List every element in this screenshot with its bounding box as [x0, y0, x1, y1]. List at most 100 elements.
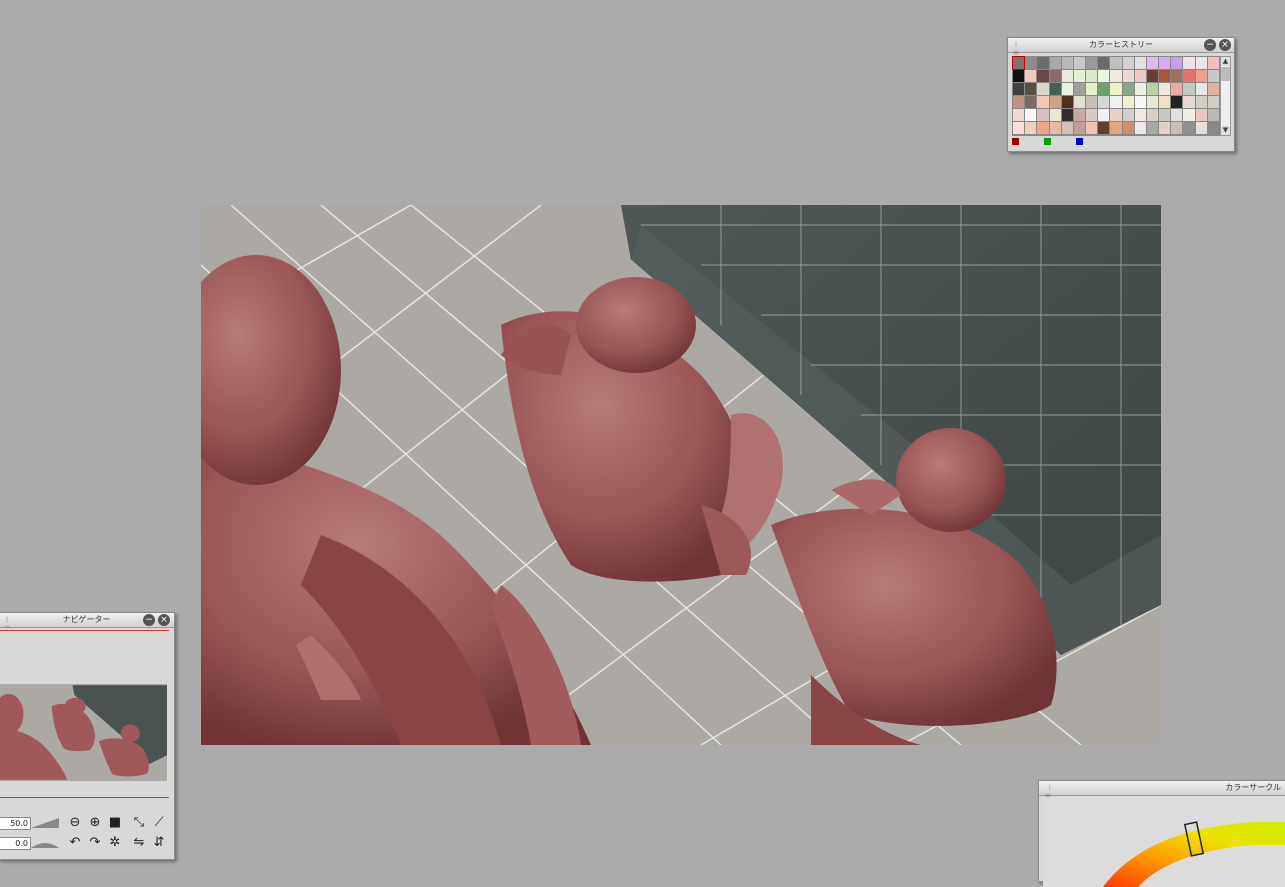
navigator-thumbnail[interactable] — [0, 684, 167, 781]
flip-horizontal-icon[interactable]: ⇋ — [131, 835, 147, 851]
close-icon[interactable]: × — [158, 614, 170, 626]
minimize-icon[interactable]: − — [143, 614, 155, 626]
zoom-value-field[interactable]: 50.0 — [0, 817, 31, 830]
color-swatch[interactable] — [1086, 109, 1098, 121]
color-swatch[interactable] — [1146, 57, 1159, 69]
color-swatch[interactable] — [1183, 57, 1195, 69]
color-swatch[interactable] — [1061, 96, 1073, 108]
close-icon[interactable]: × — [1219, 39, 1231, 51]
grip-icon[interactable]: ⁞≡ — [1043, 784, 1051, 800]
color-swatch[interactable] — [1049, 96, 1061, 108]
color-swatch[interactable] — [1061, 70, 1073, 82]
color-swatch[interactable] — [1134, 70, 1146, 82]
color-swatch[interactable] — [1183, 83, 1195, 95]
color-swatch[interactable] — [1098, 57, 1110, 69]
color-swatch[interactable] — [1037, 83, 1049, 95]
color-swatch[interactable] — [1110, 96, 1122, 108]
color-swatch[interactable] — [1110, 57, 1122, 69]
color-swatch[interactable] — [1134, 83, 1146, 95]
scroll-down-arrow[interactable]: ▼ — [1221, 126, 1230, 135]
color-swatch[interactable] — [1110, 70, 1122, 82]
color-swatch[interactable] — [1011, 56, 1026, 70]
color-swatch[interactable] — [1122, 70, 1134, 82]
color-swatch[interactable] — [1037, 122, 1049, 134]
color-swatch[interactable] — [1183, 96, 1195, 108]
color-swatch[interactable] — [1098, 96, 1110, 108]
color-swatch[interactable] — [1183, 70, 1195, 82]
color-swatch[interactable] — [1171, 109, 1183, 121]
color-swatch[interactable] — [1098, 83, 1110, 95]
color-swatch[interactable] — [1146, 83, 1159, 95]
color-swatch[interactable] — [1122, 83, 1134, 95]
color-swatch[interactable] — [1073, 109, 1086, 121]
color-swatch[interactable] — [1025, 83, 1037, 95]
color-swatch[interactable] — [1195, 122, 1207, 134]
color-swatch[interactable] — [1159, 122, 1171, 134]
color-swatch[interactable] — [1122, 122, 1134, 134]
current-color-chip[interactable] — [1076, 138, 1083, 145]
color-swatch[interactable] — [1110, 122, 1122, 134]
scroll-thumb[interactable] — [1221, 67, 1230, 81]
grip-icon[interactable]: ⁞≡ — [3, 616, 11, 632]
actual-size-icon[interactable]: ⤡ — [131, 815, 147, 831]
color-swatch[interactable] — [1025, 57, 1037, 69]
zoom-in-icon[interactable]: ⊕ — [87, 815, 103, 831]
fit-icon[interactable]: ■ — [107, 815, 123, 831]
color-swatch[interactable] — [1207, 83, 1219, 95]
color-swatch[interactable] — [1086, 57, 1098, 69]
color-swatch[interactable] — [1086, 70, 1098, 82]
drawing-canvas[interactable] — [201, 205, 1161, 745]
color-swatch[interactable] — [1049, 70, 1061, 82]
color-swatch[interactable] — [1110, 83, 1122, 95]
color-swatch[interactable] — [1013, 109, 1025, 121]
color-wheel-area[interactable] — [1043, 797, 1285, 887]
color-swatch[interactable] — [1061, 57, 1073, 69]
color-swatch[interactable] — [1013, 83, 1025, 95]
color-swatch[interactable] — [1195, 96, 1207, 108]
color-swatch[interactable] — [1073, 122, 1086, 134]
color-swatch[interactable] — [1195, 109, 1207, 121]
color-swatch[interactable] — [1073, 83, 1086, 95]
color-swatch[interactable] — [1134, 57, 1146, 69]
current-color-chip[interactable] — [1012, 138, 1019, 145]
rotate-right-icon[interactable]: ↷ — [87, 835, 103, 851]
minimize-icon[interactable]: − — [1204, 39, 1216, 51]
swatch-scrollbar[interactable]: ▲ ▼ — [1220, 56, 1231, 136]
color-swatch[interactable] — [1159, 96, 1171, 108]
fit-width-icon[interactable]: ⟋ — [151, 815, 167, 831]
color-swatch[interactable] — [1146, 96, 1159, 108]
color-swatch[interactable] — [1061, 122, 1073, 134]
color-swatch[interactable] — [1159, 57, 1171, 69]
color-swatch[interactable] — [1171, 96, 1183, 108]
color-swatch[interactable] — [1025, 122, 1037, 134]
color-swatch[interactable] — [1159, 83, 1171, 95]
color-swatch[interactable] — [1134, 122, 1146, 134]
color-swatch[interactable] — [1183, 122, 1195, 134]
color-swatch[interactable] — [1049, 83, 1061, 95]
color-swatch[interactable] — [1171, 70, 1183, 82]
color-swatch[interactable] — [1049, 57, 1061, 69]
color-swatch[interactable] — [1086, 83, 1098, 95]
color-swatch[interactable] — [1207, 96, 1219, 108]
color-swatch[interactable] — [1159, 70, 1171, 82]
color-swatch[interactable] — [1159, 109, 1171, 121]
color-swatch[interactable] — [1122, 96, 1134, 108]
color-swatch[interactable] — [1195, 57, 1207, 69]
color-swatch[interactable] — [1025, 109, 1037, 121]
color-swatch[interactable] — [1013, 122, 1025, 134]
current-color-chip[interactable] — [1044, 138, 1051, 145]
panel-titlebar[interactable]: ⁞≡ カラーサークル — [1039, 781, 1285, 800]
color-swatch[interactable] — [1037, 109, 1049, 121]
panel-titlebar[interactable]: ⁞≡ カラーヒストリー − × — [1008, 38, 1234, 57]
color-swatch[interactable] — [1134, 96, 1146, 108]
color-swatch[interactable] — [1195, 70, 1207, 82]
rotate-value-field[interactable]: 0.0 — [0, 837, 31, 850]
color-swatch[interactable] — [1171, 57, 1183, 69]
color-swatch[interactable] — [1037, 70, 1049, 82]
flip-vertical-icon[interactable]: ⇵ — [151, 835, 167, 851]
zoom-out-icon[interactable]: ⊖ — [67, 815, 83, 831]
grip-icon[interactable]: ⁞≡ — [1012, 41, 1020, 57]
color-swatch[interactable] — [1025, 96, 1037, 108]
color-swatch[interactable] — [1146, 122, 1159, 134]
color-swatch[interactable] — [1134, 109, 1146, 121]
